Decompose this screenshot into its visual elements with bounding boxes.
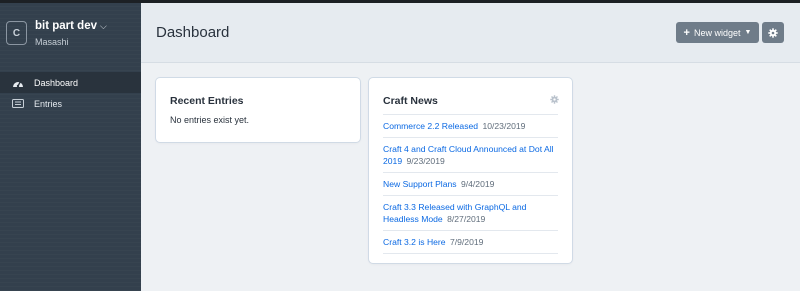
news-date: 8/27/2019 xyxy=(447,214,486,224)
news-date: 9/23/2019 xyxy=(406,156,445,166)
widget-title: Craft News xyxy=(383,95,438,107)
new-widget-label: New widget xyxy=(693,27,741,38)
news-date: 7/9/2019 xyxy=(449,237,484,247)
craft-news-widget: Craft News Commerce 2.2 Released 10/23/2… xyxy=(369,78,572,263)
site-name: bit part dev xyxy=(35,20,97,32)
empty-state-text: No entries exist yet. xyxy=(170,115,250,125)
sidebar: C bit part dev ⌵ Masashi Dashboard Entrie… xyxy=(0,3,141,291)
list-item: Craft 3.3 Released with GraphQL and Head… xyxy=(383,195,558,230)
sidebar-item-label: Entries xyxy=(34,98,63,109)
settings-button[interactable] xyxy=(762,22,784,43)
gear-icon xyxy=(768,27,778,38)
news-link[interactable]: Craft 3.2 is Here xyxy=(383,237,446,247)
sidebar-item-entries[interactable]: Entries xyxy=(0,93,141,114)
list-item: Craft 4 and Craft Cloud Announced at Dot… xyxy=(383,137,558,172)
entries-icon xyxy=(11,99,24,109)
sidebar-item-dashboard[interactable]: Dashboard xyxy=(0,72,141,93)
list-item: New Support Plans 9/4/2019 xyxy=(383,172,558,195)
user-name[interactable]: Masashi xyxy=(35,37,69,47)
news-list: Commerce 2.2 Released 10/23/2019 Craft 4… xyxy=(383,114,558,254)
list-item: Craft 3.2 is Here 7/9/2019 xyxy=(383,230,558,254)
sidebar-item-label: Dashboard xyxy=(34,77,79,88)
plus-icon: + xyxy=(683,26,690,39)
news-date: 10/23/2019 xyxy=(482,121,526,131)
list-item: Commerce 2.2 Released 10/23/2019 xyxy=(383,114,558,137)
news-link[interactable]: Commerce 2.2 Released xyxy=(383,121,478,131)
news-date: 9/4/2019 xyxy=(460,179,495,189)
recent-entries-widget: Recent Entries No entries exist yet. xyxy=(156,78,360,142)
site-switcher[interactable]: bit part dev ⌵ xyxy=(35,20,107,32)
chevron-down-icon: ⌵ xyxy=(99,21,107,31)
site-badge[interactable]: C xyxy=(6,21,27,45)
page-title: Dashboard xyxy=(156,24,230,41)
news-link[interactable]: New Support Plans xyxy=(383,179,457,189)
widget-title: Recent Entries xyxy=(170,95,244,107)
chevron-down-icon: ▼ xyxy=(744,29,752,36)
new-widget-button[interactable]: + New widget ▼ xyxy=(676,22,759,43)
gear-icon[interactable] xyxy=(550,95,559,104)
dashboard-icon xyxy=(11,78,24,88)
